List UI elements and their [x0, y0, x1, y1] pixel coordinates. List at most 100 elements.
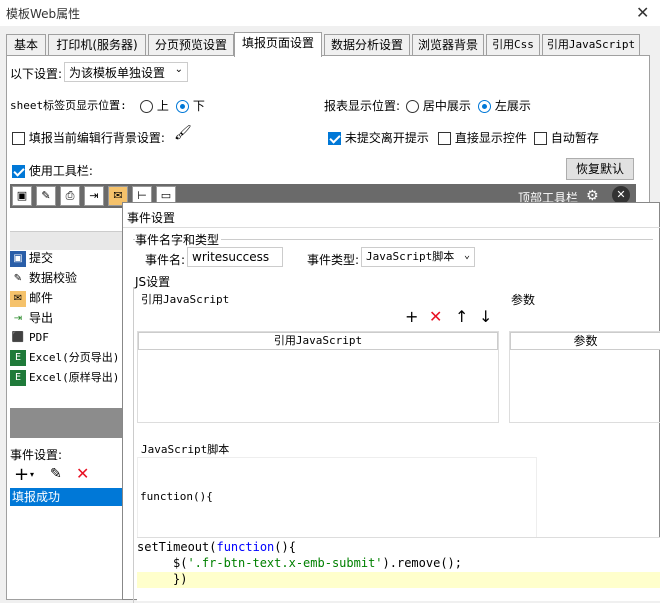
add-icon[interactable]: +: [405, 309, 418, 325]
js-group-title: JS设置: [135, 275, 171, 289]
excel-icon: E: [10, 350, 26, 366]
arrow-down-icon[interactable]: ↓: [479, 309, 492, 325]
event-settings-label: 事件设置:: [10, 448, 63, 462]
export-icon: ⇥: [13, 312, 23, 324]
save-icon[interactable]: ▣: [12, 186, 32, 206]
list-item-label: Excel(原样导出): [29, 371, 120, 384]
list-item[interactable]: ⬛ PDF: [10, 328, 49, 348]
tab-bar: 基本 打印机(服务器) 分页预览设置 填报页面设置 数据分析设置 浏览器背景 引…: [6, 32, 656, 57]
restore-default-button[interactable]: 恢复默认: [566, 158, 634, 180]
report-pos-center-label: 居中展示: [422, 99, 471, 113]
list-blank-row: [10, 208, 122, 232]
list-item-label: Excel(分页导出): [29, 351, 120, 364]
mode-select[interactable]: 为该模板单独设置 ⌄: [64, 62, 188, 82]
delete-icon[interactable]: ✕: [429, 309, 442, 325]
arrow-up-icon[interactable]: ↑: [455, 309, 468, 325]
sheet-pos-bottom-label: 下: [192, 99, 205, 113]
delete-icon[interactable]: ✕: [76, 464, 89, 483]
event-type-value: JavaScript脚本: [366, 250, 455, 263]
list-item[interactable]: E Excel(分页导出): [10, 348, 119, 368]
autosave-checkbox[interactable]: 自动暂存: [534, 129, 599, 146]
function-header: function(){: [140, 490, 213, 503]
add-icon[interactable]: +: [14, 464, 29, 485]
list-item[interactable]: E Excel(原样导出): [10, 368, 119, 388]
params-label: 参数: [511, 293, 536, 307]
edit-icon[interactable]: ✎: [50, 466, 62, 482]
report-pos-left-radio[interactable]: 左展示: [478, 97, 531, 114]
ref-js-column-header[interactable]: 引用JavaScript: [138, 332, 498, 350]
mail-icon: ✉: [10, 290, 26, 307]
event-dialog: 事件设置 事件名字和类型 事件名: writesuccess 事件类型: Jav…: [122, 202, 660, 603]
tab-fill-page[interactable]: 填报页面设置: [234, 32, 322, 57]
code-line-2: $('.fr-btn-text.x-emb-submit').remove();: [173, 556, 462, 572]
event-name-input[interactable]: writesuccess: [187, 247, 283, 267]
script-header-box: function(){: [137, 457, 537, 539]
export-icon[interactable]: ⇥: [84, 186, 104, 206]
dialog-title: 事件设置: [127, 211, 176, 225]
event-list-area: [10, 506, 122, 596]
list-item[interactable]: ⇥ 导出: [10, 308, 53, 328]
js-group-border: [133, 287, 134, 603]
unsubmitted-label: 未提交离开提示: [344, 131, 429, 145]
params-column-header[interactable]: 参数: [510, 332, 660, 350]
event-type-label: 事件类型:: [307, 253, 360, 267]
tab-ref-css[interactable]: 引用Css: [486, 34, 540, 56]
fill-bg-label: 填报当前编辑行背景设置:: [28, 131, 165, 145]
code-token: '.fr-btn-text.x-emb-submit': [187, 556, 383, 570]
excel-icon: E: [10, 370, 26, 386]
list-item-label: 数据校验: [29, 271, 78, 285]
report-pos-label: 报表显示位置:: [324, 99, 401, 113]
event-item-fill-success[interactable]: 填报成功: [10, 488, 122, 506]
show-control-checkbox[interactable]: 直接显示控件: [438, 129, 527, 146]
code-token: setTimeout: [137, 540, 210, 554]
list-item[interactable]: ✉ 邮件: [10, 288, 53, 308]
list-item[interactable]: ▣ 提交: [10, 248, 53, 268]
tab-browser-bg[interactable]: 浏览器背景: [412, 34, 484, 56]
code-token: (){: [274, 540, 296, 554]
mode-select-value: 为该模板单独设置: [69, 66, 166, 80]
group-title: 事件名字和类型: [135, 231, 222, 248]
report-pos-left-label: 左展示: [494, 99, 531, 113]
code-token: }): [173, 572, 188, 586]
list-item-label: 邮件: [29, 291, 54, 305]
sheet-pos-top-radio[interactable]: 上: [140, 97, 169, 114]
code-line-3: }): [137, 572, 660, 588]
use-toolbar-checkbox[interactable]: 使用工具栏:: [12, 162, 93, 179]
event-name-label: 事件名:: [145, 253, 186, 267]
chevron-down-icon: ⌄: [174, 64, 183, 75]
close-icon[interactable]: ✕: [636, 3, 649, 22]
list-item-label: 提交: [29, 251, 54, 265]
list-item[interactable]: ✎ 数据校验: [10, 268, 77, 288]
report-pos-center-radio[interactable]: 居中展示: [406, 97, 471, 114]
fill-bg-checkbox[interactable]: 填报当前编辑行背景设置:: [12, 129, 165, 146]
print-icon[interactable]: ⎙: [60, 186, 80, 206]
tab-page-preview[interactable]: 分页预览设置: [148, 34, 234, 56]
chevron-down-icon[interactable]: ▾: [30, 470, 34, 479]
code-token: $(: [173, 556, 188, 570]
code-editor[interactable]: setTimeout(function(){ $('.fr-btn-text.x…: [137, 537, 660, 601]
tab-data-analysis[interactable]: 数据分析设置: [324, 34, 410, 56]
use-toolbar-label: 使用工具栏:: [28, 164, 93, 178]
ref-js-table: 引用JavaScript: [137, 331, 499, 423]
show-control-label: 直接显示控件: [454, 131, 527, 145]
sheet-pos-bottom-radio[interactable]: 下: [176, 97, 205, 114]
list-item-label: 导出: [29, 311, 54, 325]
list-footer-bar: [10, 408, 122, 438]
code-token: function: [216, 540, 275, 554]
paint-bucket-icon[interactable]: 🖌: [174, 125, 194, 145]
event-type-select[interactable]: JavaScript脚本 ⌄: [361, 247, 475, 267]
sheet-pos-top-label: 上: [156, 99, 169, 113]
code-token: ).remove();: [382, 556, 463, 570]
pdf-icon: ⬛: [11, 332, 25, 343]
pencil-icon: ✎: [13, 272, 23, 284]
autosave-label: 自动暂存: [550, 131, 599, 145]
tab-ref-js[interactable]: 引用JavaScript: [542, 34, 640, 56]
unsubmitted-checkbox[interactable]: 未提交离开提示: [328, 129, 429, 146]
mode-label: 以下设置:: [10, 67, 63, 81]
script-label: JavaScript脚本: [141, 443, 230, 456]
tab-basic[interactable]: 基本: [6, 34, 46, 56]
tab-printer[interactable]: 打印机(服务器): [48, 34, 146, 56]
pencil-icon[interactable]: ✎: [36, 186, 56, 206]
sheet-pos-label: sheet标签页显示位置:: [10, 99, 127, 112]
chevron-down-icon: ⌄: [463, 250, 470, 261]
